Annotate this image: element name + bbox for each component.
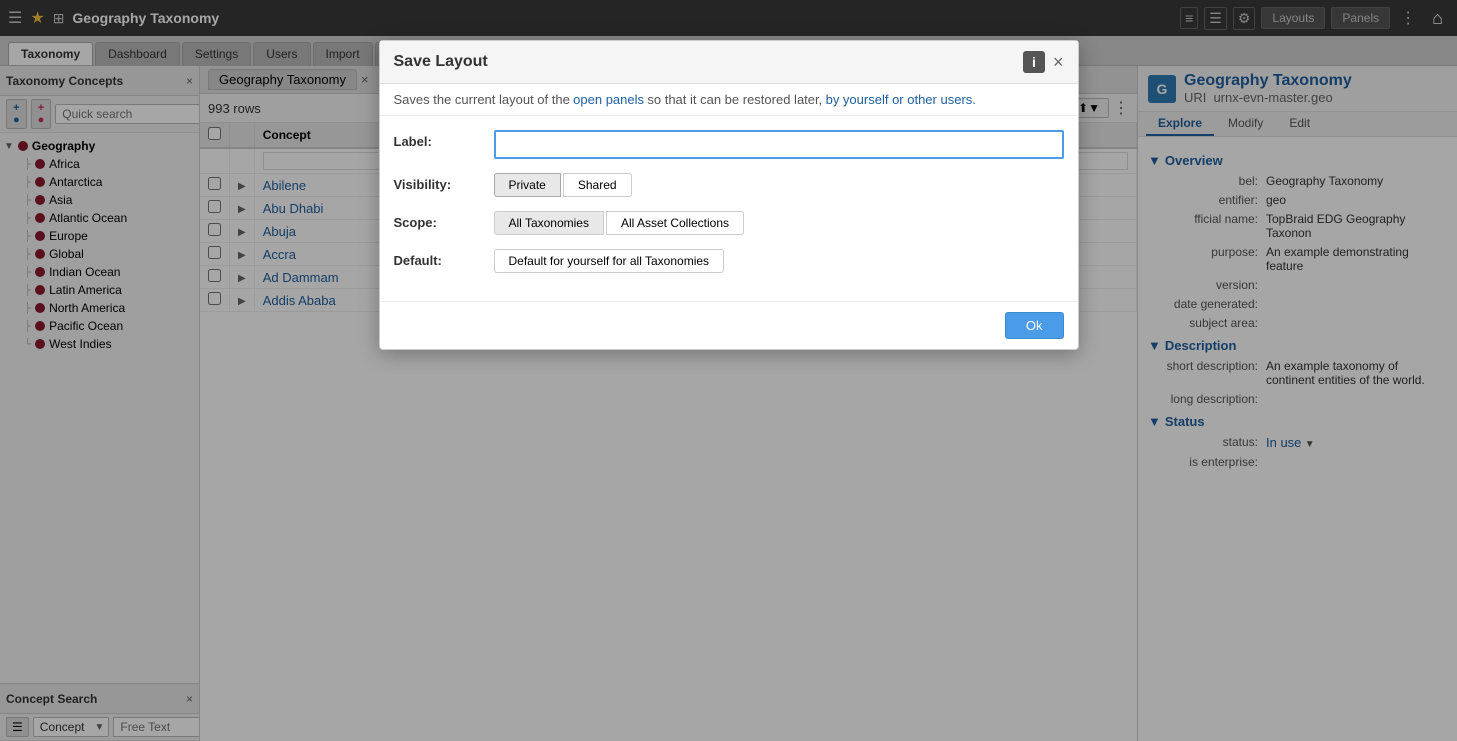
subtitle-link-1[interactable]: open panels (573, 92, 644, 107)
modal-close-button[interactable]: × (1053, 53, 1064, 71)
scope-label: Scope: (394, 211, 484, 230)
subtitle-text-1: Saves the current layout of the (394, 92, 570, 107)
modal-body: Label: Visibility: Private Shared Scope:… (380, 116, 1078, 301)
modal-scope-row: Scope: All Taxonomies All Asset Collecti… (394, 211, 1064, 235)
scope-toggle: All Taxonomies All Asset Collections (494, 211, 1064, 235)
modal-visibility-row: Visibility: Private Shared (394, 173, 1064, 197)
scope-all-taxonomies-button[interactable]: All Taxonomies (494, 211, 604, 235)
label-input-field (494, 130, 1064, 159)
visibility-field: Private Shared (494, 173, 1064, 197)
subtitle-text-2: so that it can be restored later, (647, 92, 822, 107)
modal-title: Save Layout (394, 53, 1015, 71)
scope-all-assets-button[interactable]: All Asset Collections (606, 211, 744, 235)
save-layout-modal: Save Layout i × Saves the current layout… (379, 40, 1079, 350)
default-label: Default: (394, 249, 484, 268)
ok-button[interactable]: Ok (1005, 312, 1064, 339)
scope-field: All Taxonomies All Asset Collections (494, 211, 1064, 235)
visibility-label: Visibility: (394, 173, 484, 192)
modal-default-row: Default: Default for yourself for all Ta… (394, 249, 1064, 273)
layout-label-input[interactable] (494, 130, 1064, 159)
modal-subtitle: Saves the current layout of the open pan… (380, 84, 1078, 116)
visibility-private-button[interactable]: Private (494, 173, 561, 197)
modal-label-row: Label: (394, 130, 1064, 159)
default-field: Default for yourself for all Taxonomies (494, 249, 1064, 273)
modal-footer: Ok (380, 301, 1078, 349)
subtitle-link-2[interactable]: by yourself or other users. (826, 92, 976, 107)
modal-header: Save Layout i × (380, 41, 1078, 84)
modal-info-button[interactable]: i (1023, 51, 1045, 73)
visibility-shared-button[interactable]: Shared (563, 173, 632, 197)
label-field-label: Label: (394, 130, 484, 149)
default-action-button[interactable]: Default for yourself for all Taxonomies (494, 249, 725, 273)
visibility-toggle: Private Shared (494, 173, 1064, 197)
